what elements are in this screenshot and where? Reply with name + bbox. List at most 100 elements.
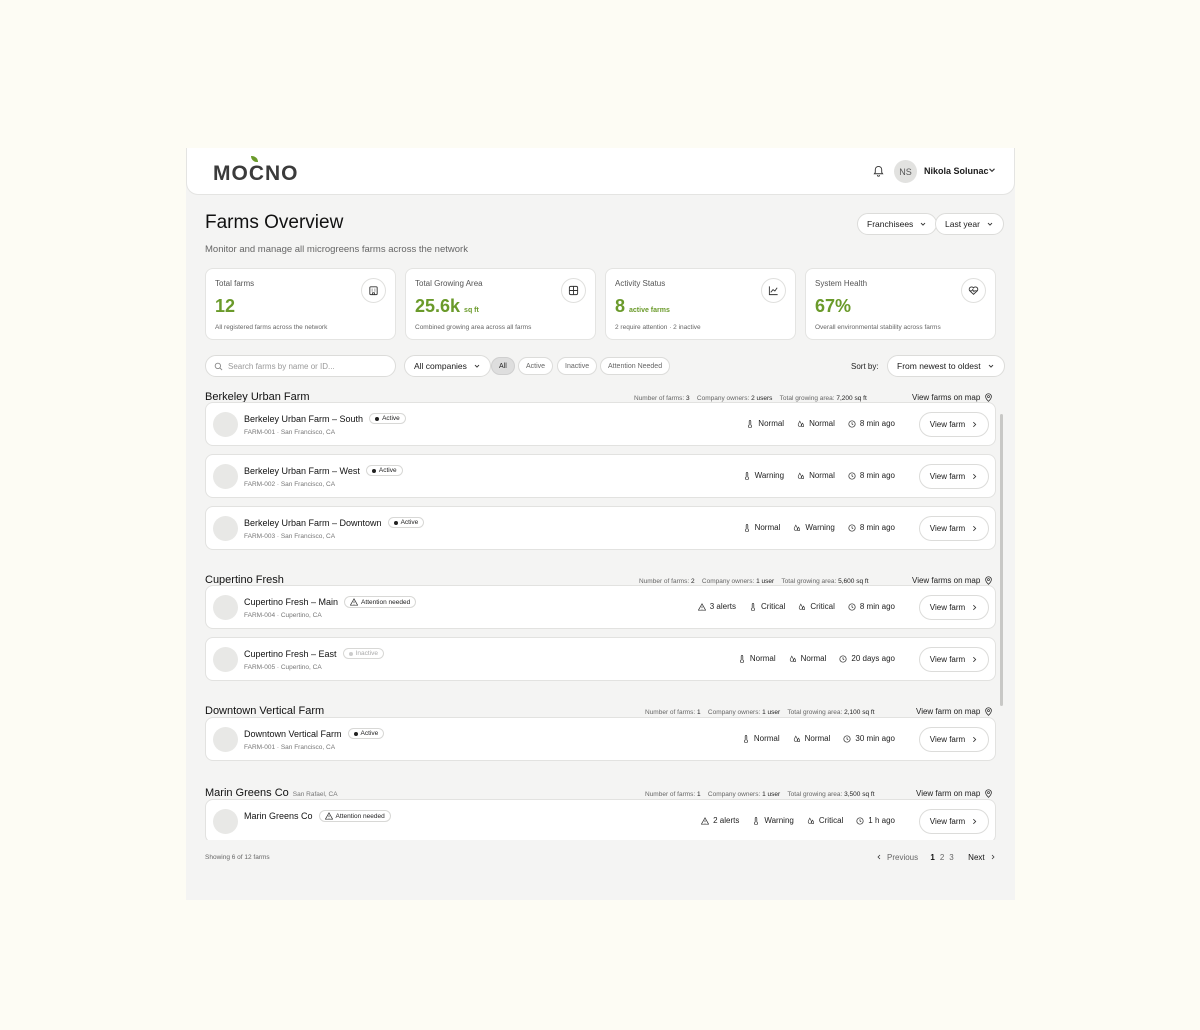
humidity-icon <box>794 523 801 531</box>
farm-list[interactable]: Berkeley Urban Farm Number of farms: 3 Co… <box>186 384 1015 840</box>
farm-metrics: 2 alerts Warning Critical 1 h ago <box>701 816 895 825</box>
group-title: Marin Greens Co San Rafael, CA <box>205 787 338 799</box>
temperature-metric: Normal <box>742 734 780 743</box>
farm-avatar <box>213 595 238 620</box>
companies-dropdown[interactable]: All companies <box>404 355 491 377</box>
chevron-left-icon[interactable] <box>876 853 882 862</box>
farm-avatar <box>213 647 238 672</box>
franchisees-dropdown[interactable]: Franchisees <box>857 213 938 235</box>
humidity-icon <box>793 734 800 742</box>
farm-id-location: FARM-001 · San Francisco, CA <box>244 429 336 436</box>
clock-icon <box>848 419 856 428</box>
thermometer-icon <box>739 654 744 663</box>
bell-icon[interactable] <box>873 165 884 177</box>
farm-id-location: FARM-005 · Cupertino, CA <box>244 664 322 671</box>
stat-system-health: System Health 67% Overall environmental … <box>805 268 996 340</box>
last-update-metric: 8 min ago <box>848 602 895 611</box>
humidity-icon <box>797 471 805 479</box>
farm-card[interactable]: Cupertino Fresh – Main Attention needed F… <box>205 585 996 629</box>
farm-card[interactable]: Downtown Vertical Farm Active FARM-001 · … <box>205 717 996 761</box>
page-2-button[interactable]: 2 <box>940 853 944 862</box>
pagination: Previous 123 Next <box>876 853 996 862</box>
status-badge: Active <box>387 517 425 528</box>
filter-all[interactable]: All <box>491 357 515 375</box>
last-update-metric: 1 h ago <box>856 816 895 825</box>
filter-active[interactable]: Active <box>518 357 554 375</box>
farm-card[interactable]: Marin Greens Co Attention needed 2 alerts… <box>205 799 996 840</box>
view-on-map-link[interactable]: View farms on map <box>912 393 993 402</box>
search-input[interactable]: Search farms by name or ID... <box>205 355 396 377</box>
view-farm-button[interactable]: View farm <box>919 464 989 489</box>
page-3-button[interactable]: 3 <box>949 853 953 862</box>
group-meta: Number of farms: 1 Company owners: 1 use… <box>645 791 875 798</box>
filter-inactive[interactable]: Inactive <box>557 357 598 375</box>
view-farm-button[interactable]: View farm <box>919 809 989 834</box>
last-update-metric: 30 min ago <box>843 734 895 743</box>
view-farm-button[interactable]: View farm <box>919 647 989 672</box>
clock-icon <box>848 471 856 480</box>
stat-icon-button <box>561 278 586 303</box>
last-update-metric: 8 min ago <box>848 419 895 428</box>
chevron-right-icon[interactable] <box>990 853 996 862</box>
humidity-metric: Normal <box>797 471 835 480</box>
filter-attention-needed[interactable]: Attention Needed <box>600 357 671 375</box>
view-farm-button[interactable]: View farm <box>919 727 989 752</box>
humidity-metric: Warning <box>793 523 835 532</box>
farm-card[interactable]: Berkeley Urban Farm – West Active FARM-00… <box>205 454 996 498</box>
chevron-right-icon <box>991 854 995 860</box>
view-on-map-link[interactable]: View farm on map <box>916 789 993 798</box>
farm-id-location: FARM-002 · San Francisco, CA <box>244 481 336 488</box>
alerts-metric: 2 alerts <box>701 816 739 825</box>
sort-dropdown[interactable]: From newest to oldest <box>887 355 1005 377</box>
period-dropdown[interactable]: Last year <box>935 213 1004 235</box>
farm-id-location: FARM-003 · San Francisco, CA <box>244 533 336 540</box>
farm-name: Cupertino Fresh – Main Attention needed <box>244 596 417 608</box>
status-badge: Inactive <box>342 648 384 659</box>
humidity-metric: Normal <box>797 419 835 428</box>
stat-description: Combined growing area across all farms <box>415 324 532 331</box>
map-pin-icon <box>985 393 993 402</box>
chevron-right-icon <box>973 473 977 480</box>
chevron-right-icon <box>973 525 977 532</box>
group-meta: Number of farms: 3 Company owners: 2 use… <box>634 395 867 402</box>
farm-name: Downtown Vertical Farm Active <box>244 728 385 739</box>
view-on-map-link[interactable]: View farms on map <box>912 576 993 585</box>
heart-pulse-icon <box>968 286 979 295</box>
next-page-button[interactable]: Next <box>968 853 984 862</box>
view-farm-button[interactable]: View farm <box>919 595 989 620</box>
farm-card[interactable]: Berkeley Urban Farm – Downtown Active FAR… <box>205 506 996 550</box>
page-1-button[interactable]: 1 <box>930 853 934 862</box>
view-farm-button[interactable]: View farm <box>919 412 989 437</box>
sort-label: Sort by: <box>851 362 879 371</box>
logo[interactable]: MOCNO <box>213 156 299 186</box>
warning-icon <box>324 812 333 820</box>
chevron-down-icon[interactable] <box>987 165 997 175</box>
humidity-icon <box>799 602 806 610</box>
last-update-metric: 8 min ago <box>848 471 895 480</box>
map-pin-icon <box>985 707 993 716</box>
previous-page-button[interactable]: Previous <box>887 853 918 862</box>
stat-icon-button <box>961 278 986 303</box>
map-pin-icon <box>985 576 993 585</box>
user-name[interactable]: Nikola Solunac <box>924 166 989 176</box>
temperature-metric: Normal <box>746 419 784 428</box>
chevron-right-icon <box>973 604 977 611</box>
farm-metrics: Warning Normal 8 min ago <box>743 471 895 480</box>
thermometer-icon <box>743 734 748 743</box>
farm-name: Berkeley Urban Farm – Downtown Active <box>244 517 425 528</box>
temperature-metric: Critical <box>749 602 785 611</box>
farm-card[interactable]: Cupertino Fresh – East Inactive FARM-005 … <box>205 637 996 681</box>
view-farm-button[interactable]: View farm <box>919 516 989 541</box>
farm-avatar <box>213 516 238 541</box>
farm-name: Marin Greens Co Attention needed <box>244 810 391 822</box>
stat-value: 8 active farms <box>615 296 670 316</box>
stat-description: Overall environmental stability across f… <box>815 324 941 331</box>
avatar[interactable]: NS <box>894 160 917 183</box>
farm-card[interactable]: Berkeley Urban Farm – South Active FARM-0… <box>205 402 996 446</box>
view-on-map-link[interactable]: View farm on map <box>916 707 993 716</box>
stat-label: Activity Status <box>615 279 666 288</box>
chevron-right-icon <box>973 818 977 825</box>
building-icon <box>369 286 378 296</box>
stat-total-farms: Total farms 12 All registered farms acro… <box>205 268 396 340</box>
scrollbar[interactable] <box>1000 414 1003 706</box>
